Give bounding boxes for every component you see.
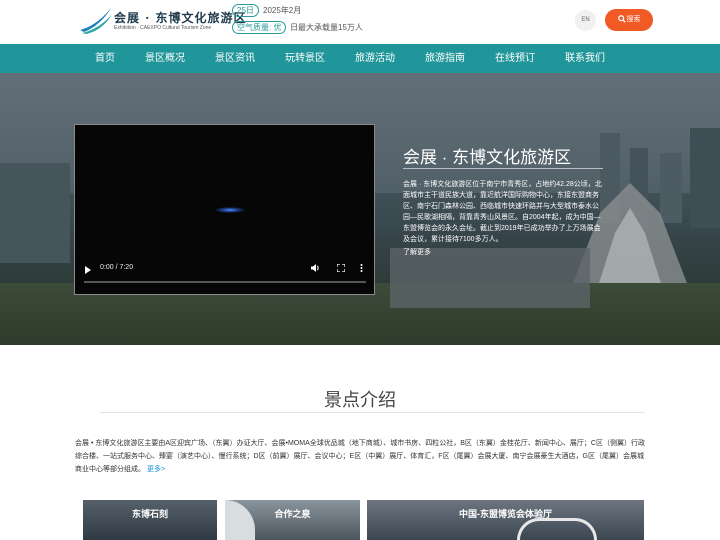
section-divider <box>100 412 645 413</box>
nav-item-play[interactable]: 玩转景区 <box>280 44 330 73</box>
section-title: 景点介绍 <box>324 390 396 410</box>
attraction-card[interactable]: 东博石刻 <box>83 500 217 540</box>
more-vert-icon[interactable] <box>360 264 363 274</box>
logo-subtitle: Exhibition · CAEXPO Cultural Tourism Zon… <box>114 25 212 31</box>
video-time: 0:00 / 7:20 <box>100 264 134 271</box>
section-text: 会展 • 东博文化旅游区主要由A区迎宾广场、（东翼）办证大厅、会展•MOMA全球… <box>75 437 647 476</box>
logo-swoosh-icon[interactable] <box>78 6 114 34</box>
nav-item-overview[interactable]: 景区概况 <box>140 44 190 73</box>
hero-banner: 0:00 / 7:20 会展 · 东博文化旅游区 会展 · 东博文化旅游区位于南… <box>0 73 720 345</box>
card-label: 东博石刻 <box>131 509 168 519</box>
video-progress-bar[interactable] <box>84 281 366 283</box>
nav-item-home[interactable]: 首页 <box>80 44 130 73</box>
attraction-card[interactable]: 中国-东盟博览会体验厅 <box>367 500 644 540</box>
main-nav: 首页 景区概况 景区资讯 玩转景区 旅游活动 旅游指南 在线预订 联系我们 <box>0 44 720 73</box>
hero-title: 会展 · 东博文化旅游区 <box>403 148 572 167</box>
nav-item-guide[interactable]: 旅游指南 <box>420 44 470 73</box>
card-label: 合作之泉 <box>274 509 311 519</box>
video-frame <box>215 207 245 213</box>
card-image <box>517 518 597 540</box>
date-text: 2025年2月 <box>263 6 302 15</box>
nav-item-activities[interactable]: 旅游活动 <box>350 44 400 73</box>
hero-divider <box>403 168 603 169</box>
hero-building <box>390 248 590 308</box>
hero-description: 会展 · 东博文化旅游区位于南宁市青秀区，占地约42.28公顷，北面城市主干道民… <box>403 181 602 243</box>
search-label: 搜索 <box>626 16 641 23</box>
video-player[interactable]: 0:00 / 7:20 <box>74 124 375 295</box>
nav-item-booking[interactable]: 在线预订 <box>490 44 540 73</box>
date-badge: 25日 <box>232 4 259 17</box>
more-link[interactable]: 更多> <box>147 466 165 473</box>
attraction-card[interactable]: 合作之泉 <box>225 500 360 540</box>
card-label: 中国-东盟博览会体验厅 <box>459 509 552 519</box>
volume-icon[interactable] <box>311 264 320 274</box>
logo-title[interactable]: 会展 · 东博文化旅游区 <box>114 9 247 26</box>
language-button[interactable]: EN <box>575 10 596 31</box>
learn-more-link[interactable]: 了解更多 <box>403 247 431 257</box>
card-image <box>225 500 255 540</box>
hero-building <box>0 163 70 263</box>
nav-item-news[interactable]: 景区资讯 <box>210 44 260 73</box>
air-quality-badge: 空气质量: 优 <box>232 21 287 34</box>
search-button[interactable]: 搜索 <box>605 9 653 31</box>
capacity-text: 日最大承载量15万人 <box>290 23 363 32</box>
fullscreen-icon[interactable] <box>336 263 346 274</box>
nav-item-contact[interactable]: 联系我们 <box>560 44 610 73</box>
search-icon <box>617 15 626 23</box>
play-icon[interactable] <box>85 266 91 274</box>
site-header: 会展 · 东博文化旅游区 Exhibition · CAEXPO Cultura… <box>0 0 720 44</box>
